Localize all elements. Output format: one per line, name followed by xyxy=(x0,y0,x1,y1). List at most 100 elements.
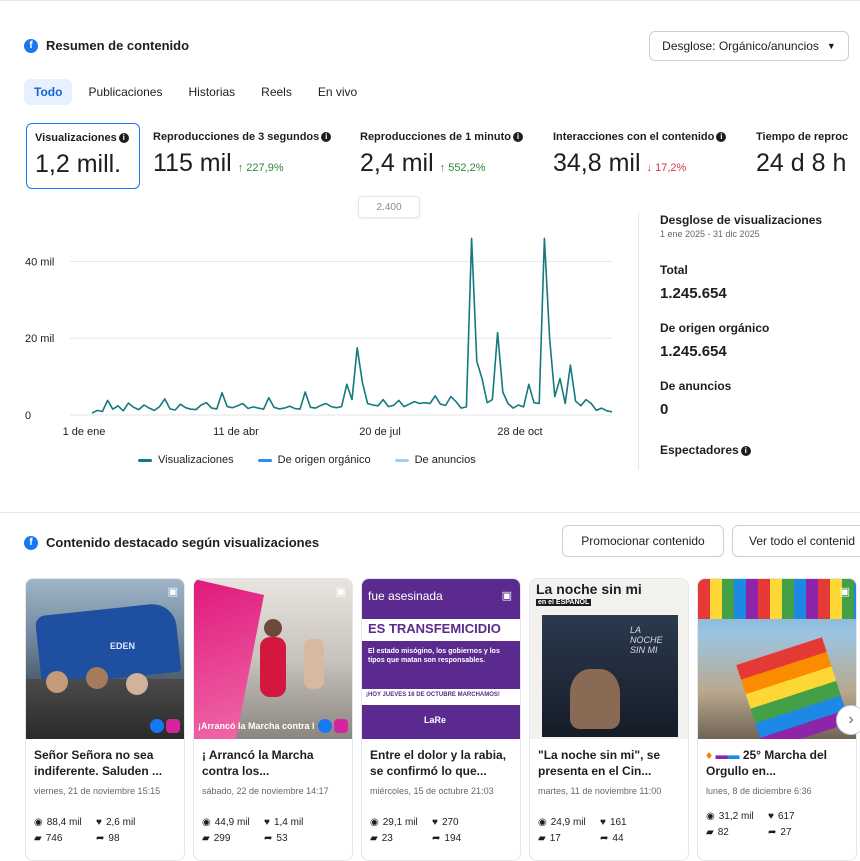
card-date: sábado, 22 de noviembre 14:17 xyxy=(202,786,329,796)
share-icon: ➦ xyxy=(96,833,105,844)
card-stats: ◉ 24,9 mil ♥ 161 ▰ 17 ➦ 44 xyxy=(538,815,648,847)
card-thumbnail: La noche sin mi en el ESPAÑOL LA NOCHE S… xyxy=(530,579,688,739)
y-tick-label: 40 mil xyxy=(25,256,54,268)
card-thumbnail: EDEN ▣ xyxy=(26,579,184,739)
share-icon: ➦ xyxy=(264,833,273,844)
legend-item-organico[interactable]: De origen orgánico xyxy=(257,454,371,466)
card-title: ¡ Arrancó la Marcha contra los... xyxy=(202,748,314,778)
summary-header: f Resumen de contenido xyxy=(24,38,189,53)
carousel-next-button[interactable]: › xyxy=(836,705,860,735)
info-icon: i xyxy=(512,132,523,142)
featured-title: Contenido destacado según visualizacione… xyxy=(46,535,320,550)
tab-en-vivo[interactable]: En vivo xyxy=(308,79,367,105)
metric-1m-plays[interactable]: Reproducciones de 1 minuto i 2,4 mil ↑ 552… xyxy=(352,123,542,189)
eye-icon: ◉ xyxy=(706,811,715,822)
card-thumbnail: ¡Arrancó la Marcha contra l ▣ xyxy=(194,579,352,739)
flag-icon: ▬ xyxy=(727,748,740,762)
featured-card-5[interactable]: ▣ ♦ ▬▬ 25° Marcha del Orgullo en... lune… xyxy=(697,578,857,861)
card-title: Entre el dolor y la rabia, se confirmó l… xyxy=(370,748,507,778)
organic-value: 1.245.654 xyxy=(660,343,727,360)
legend-item-anuncios[interactable]: De anuncios xyxy=(394,454,476,466)
promote-content-button[interactable]: Promocionar contenido xyxy=(562,525,724,557)
ads-value: 0 xyxy=(660,401,669,418)
series-line-visualizaciones xyxy=(91,237,613,414)
share-icon: ➦ xyxy=(600,833,609,844)
featured-header: f Contenido destacado según visualizacio… xyxy=(24,535,319,550)
heart-icon: ♥ xyxy=(96,817,102,828)
facebook-icon xyxy=(150,719,164,733)
content-summary-panel: f Resumen de contenido Desglose: Orgánic… xyxy=(0,0,860,471)
featured-card-1[interactable]: EDEN ▣ Señor Señora no sea indiferente. … xyxy=(25,578,185,861)
chart-legend: Visualizaciones De origen orgánico De an… xyxy=(138,454,476,466)
comment-icon: ▰ xyxy=(706,827,714,838)
comment-icon: ▰ xyxy=(538,833,546,844)
flag-icon: ▬ xyxy=(715,748,728,762)
album-icon: ▣ xyxy=(839,586,850,598)
x-tick-label: 28 de oct xyxy=(497,426,542,438)
card-date: lunes, 8 de diciembre 6:36 xyxy=(706,786,812,796)
metric-interactions[interactable]: Interacciones con el contenido i 34,8 mil… xyxy=(545,123,745,189)
caret-down-icon: ▼ xyxy=(826,41,836,51)
card-stats: ◉ 29,1 mil ♥ 270 ▰ 23 ➦ 194 xyxy=(370,815,480,847)
content-type-tabs: Todo Publicaciones Historias Reels En vi… xyxy=(24,79,367,105)
share-icon: ➦ xyxy=(768,827,777,838)
chevron-right-icon: › xyxy=(848,711,854,728)
see-all-content-button[interactable]: Ver todo el contenid xyxy=(732,525,860,557)
views-line-chart: 40 mil 20 mil 0 1 de ene 11 de abr 20 de jul… xyxy=(25,237,613,438)
viewers-label: Espectadores i xyxy=(660,443,751,457)
metric-visualizaciones[interactable]: Visualizaciones i 1,2 mill. xyxy=(26,123,140,189)
facebook-icon: f xyxy=(24,535,38,550)
metric-3s-plays[interactable]: Reproducciones de 3 segundos i 115 mil ↑ 2… xyxy=(145,123,345,189)
legend-item-visualizaciones[interactable]: Visualizaciones xyxy=(138,454,234,466)
card-date: martes, 11 de noviembre 11:00 xyxy=(538,786,662,796)
eye-icon: ◉ xyxy=(370,817,379,828)
info-icon: i xyxy=(740,446,751,456)
instagram-icon xyxy=(334,719,348,733)
ads-label: De anuncios xyxy=(660,379,732,393)
heart-icon: ♥ xyxy=(264,817,270,828)
tab-reels[interactable]: Reels xyxy=(251,79,302,105)
card-thumbnail: ▣ xyxy=(698,579,856,739)
breakdown-dropdown[interactable]: Desglose: Orgánico/anuncios ▼ xyxy=(649,31,849,61)
share-icon: ➦ xyxy=(432,833,441,844)
featured-card-2[interactable]: ¡Arrancó la Marcha contra l ▣ ¡ Arrancó … xyxy=(193,578,353,861)
info-icon: i xyxy=(716,132,727,142)
info-icon: i xyxy=(321,132,332,142)
summary-title: Resumen de contenido xyxy=(46,38,190,53)
organic-label: De origen orgánico xyxy=(660,321,770,335)
facebook-icon xyxy=(318,719,332,733)
card-stats: ◉ 31,2 mil ♥ 617 ▰ 82 ➦ 27 xyxy=(706,809,816,841)
eye-icon: ◉ xyxy=(538,817,547,828)
fire-icon: ♦ xyxy=(706,748,713,762)
views-breakdown-sidebar: Desglose de visualizaciones 1 ene 2025 -… xyxy=(660,213,855,457)
card-title: ♦ ▬▬ 25° Marcha del Orgullo en... xyxy=(706,748,827,778)
tab-historias[interactable]: Historias xyxy=(178,79,245,105)
card-title: Señor Señora no sea indiferente. Saluden… xyxy=(34,748,163,778)
featured-card-3[interactable]: fue asesinada ▣ ES TRANSFEMICIDIO El est… xyxy=(361,578,521,861)
eye-icon: ◉ xyxy=(34,817,43,828)
tab-todo[interactable]: Todo xyxy=(24,79,73,105)
platform-badge xyxy=(150,719,180,733)
comment-icon: ▰ xyxy=(370,833,378,844)
featured-card-4[interactable]: La noche sin mi en el ESPAÑOL LA NOCHE S… xyxy=(529,578,689,861)
tab-publicaciones[interactable]: Publicaciones xyxy=(78,79,172,105)
total-label: Total xyxy=(660,263,688,277)
info-icon: i xyxy=(118,133,129,143)
image-icon: ▣ xyxy=(501,590,512,602)
heart-icon: ♥ xyxy=(600,817,606,828)
x-tick-label: 1 de ene xyxy=(63,426,106,438)
total-value: 1.245.654 xyxy=(660,285,727,302)
card-title: "La noche sin mi", se presenta en el Cin… xyxy=(538,748,661,778)
card-stats: ◉ 88,4 mil ♥ 2,6 mil ▰ 746 ➦ 98 xyxy=(34,815,144,847)
x-tick-label: 11 de abr xyxy=(213,426,259,438)
metric-watch-time[interactable]: Tiempo de reproc 24 d 8 h xyxy=(748,123,860,189)
sidebar-divider xyxy=(638,213,639,471)
comment-icon: ▰ xyxy=(34,833,42,844)
reel-icon: ▣ xyxy=(335,586,346,598)
x-tick-label: 20 de jul xyxy=(359,426,401,438)
breakdown-range: 1 ene 2025 - 31 dic 2025 xyxy=(660,229,760,239)
comment-icon: ▰ xyxy=(202,833,210,844)
card-date: viernes, 21 de noviembre 15:15 xyxy=(34,786,161,796)
section-gap xyxy=(0,470,860,512)
heart-icon: ♥ xyxy=(432,817,438,828)
